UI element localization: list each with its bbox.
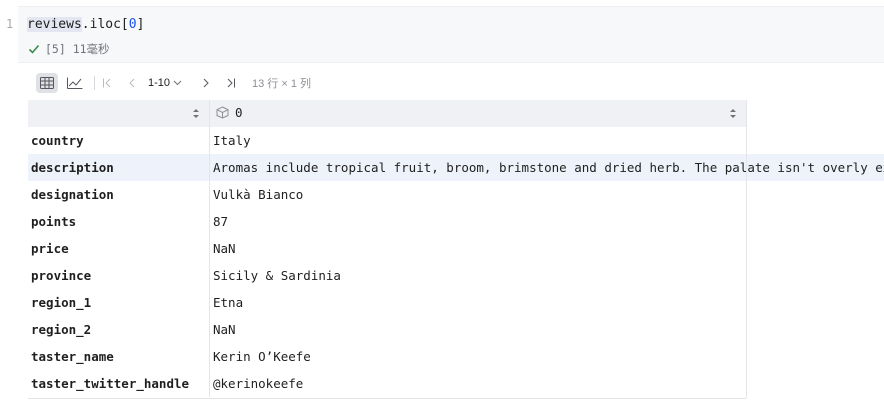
code-accessor: .iloc[ <box>81 17 129 32</box>
table-row[interactable]: taster_twitter_handle @kerinokeefe <box>28 370 884 397</box>
page-range-label: 1-10 <box>148 77 171 89</box>
cube-icon <box>216 106 229 119</box>
table-row-selected[interactable]: description Aromas include tropical frui… <box>28 154 884 181</box>
index-column-header[interactable] <box>28 100 210 127</box>
chart-view-button[interactable] <box>64 73 86 93</box>
dataframe-table: 0 country Italy description Aromas inclu… <box>28 100 884 398</box>
first-page-button[interactable] <box>98 74 116 92</box>
row-value-cell[interactable]: NaN <box>210 316 884 343</box>
row-value-cell[interactable]: Aromas include tropical fruit, broom, br… <box>210 154 884 181</box>
row-value-cell[interactable]: Sicily & Sardinia <box>210 262 884 289</box>
code-variable: reviews <box>27 17 82 32</box>
shape-info: 13 行 × 1 列 <box>252 78 312 90</box>
table-row[interactable]: region_1 Etna <box>28 289 884 316</box>
chevron-down-icon <box>173 80 182 86</box>
table-row[interactable]: province Sicily & Sardinia <box>28 262 884 289</box>
column-label: 0 <box>216 105 243 120</box>
row-index-cell: points <box>28 208 210 235</box>
row-index-cell: country <box>28 127 210 154</box>
value-column-header[interactable]: 0 <box>210 100 747 127</box>
row-index-cell: price <box>28 235 210 262</box>
table-row[interactable]: points 87 <box>28 208 884 235</box>
row-index-cell: taster_name <box>28 343 210 370</box>
output-area: 1-10 13 行 × 1 列 0 country Italy descript… <box>28 66 884 415</box>
code-index-number: 0 <box>128 17 137 32</box>
last-page-icon <box>227 78 235 88</box>
code-cell[interactable]: reviews.iloc[0] [5] 11毫秒 <box>18 6 884 63</box>
row-index-cell: description <box>28 154 210 181</box>
column-header-text: 0 <box>235 105 243 120</box>
row-index-cell: region_1 <box>28 289 210 316</box>
row-value-cell[interactable]: Kerin O’Keefe <box>210 343 884 370</box>
row-value-cell[interactable]: 87 <box>210 208 884 235</box>
row-value-cell[interactable]: Italy <box>210 127 884 154</box>
table-row[interactable]: price NaN <box>28 235 884 262</box>
row-index-cell: region_2 <box>28 316 210 343</box>
code-bracket: ] <box>136 17 145 32</box>
page-range-select[interactable]: 1-10 <box>148 74 182 92</box>
sort-icon[interactable] <box>192 108 200 119</box>
table-row[interactable]: country Italy <box>28 127 884 154</box>
table-row[interactable]: taster_name Kerin O’Keefe <box>28 343 884 370</box>
horizontal-scroll-area[interactable] <box>28 399 884 415</box>
output-toolbar: 1-10 13 行 × 1 列 <box>28 66 884 100</box>
execution-status: [5] 11毫秒 <box>28 41 110 57</box>
execution-status-text: [5] 11毫秒 <box>45 42 110 56</box>
check-icon <box>28 44 40 54</box>
row-value-cell[interactable]: Etna <box>210 289 884 316</box>
toolbar-separator <box>94 76 95 90</box>
first-page-icon <box>103 78 111 88</box>
prev-page-icon <box>129 78 135 88</box>
row-value-cell[interactable]: @kerinokeefe <box>210 370 884 397</box>
table-view-button[interactable] <box>36 73 58 93</box>
row-value-cell[interactable]: NaN <box>210 235 884 262</box>
last-page-button[interactable] <box>222 74 240 92</box>
row-index-cell: designation <box>28 181 210 208</box>
table-row[interactable]: region_2 NaN <box>28 316 884 343</box>
prev-page-button[interactable] <box>123 74 141 92</box>
line-number: 1 <box>6 17 14 31</box>
next-page-icon <box>203 78 209 88</box>
row-index-cell: province <box>28 262 210 289</box>
table-icon <box>40 77 54 89</box>
next-page-button[interactable] <box>197 74 215 92</box>
row-value-cell[interactable]: Vulkà Bianco <box>210 181 884 208</box>
row-index-cell: taster_twitter_handle <box>28 370 210 397</box>
code-line[interactable]: reviews.iloc[0] <box>27 17 144 32</box>
sort-icon[interactable] <box>729 108 737 119</box>
column-divider <box>746 100 747 398</box>
chart-icon <box>67 77 83 89</box>
table-row[interactable]: designation Vulkà Bianco <box>28 181 884 208</box>
